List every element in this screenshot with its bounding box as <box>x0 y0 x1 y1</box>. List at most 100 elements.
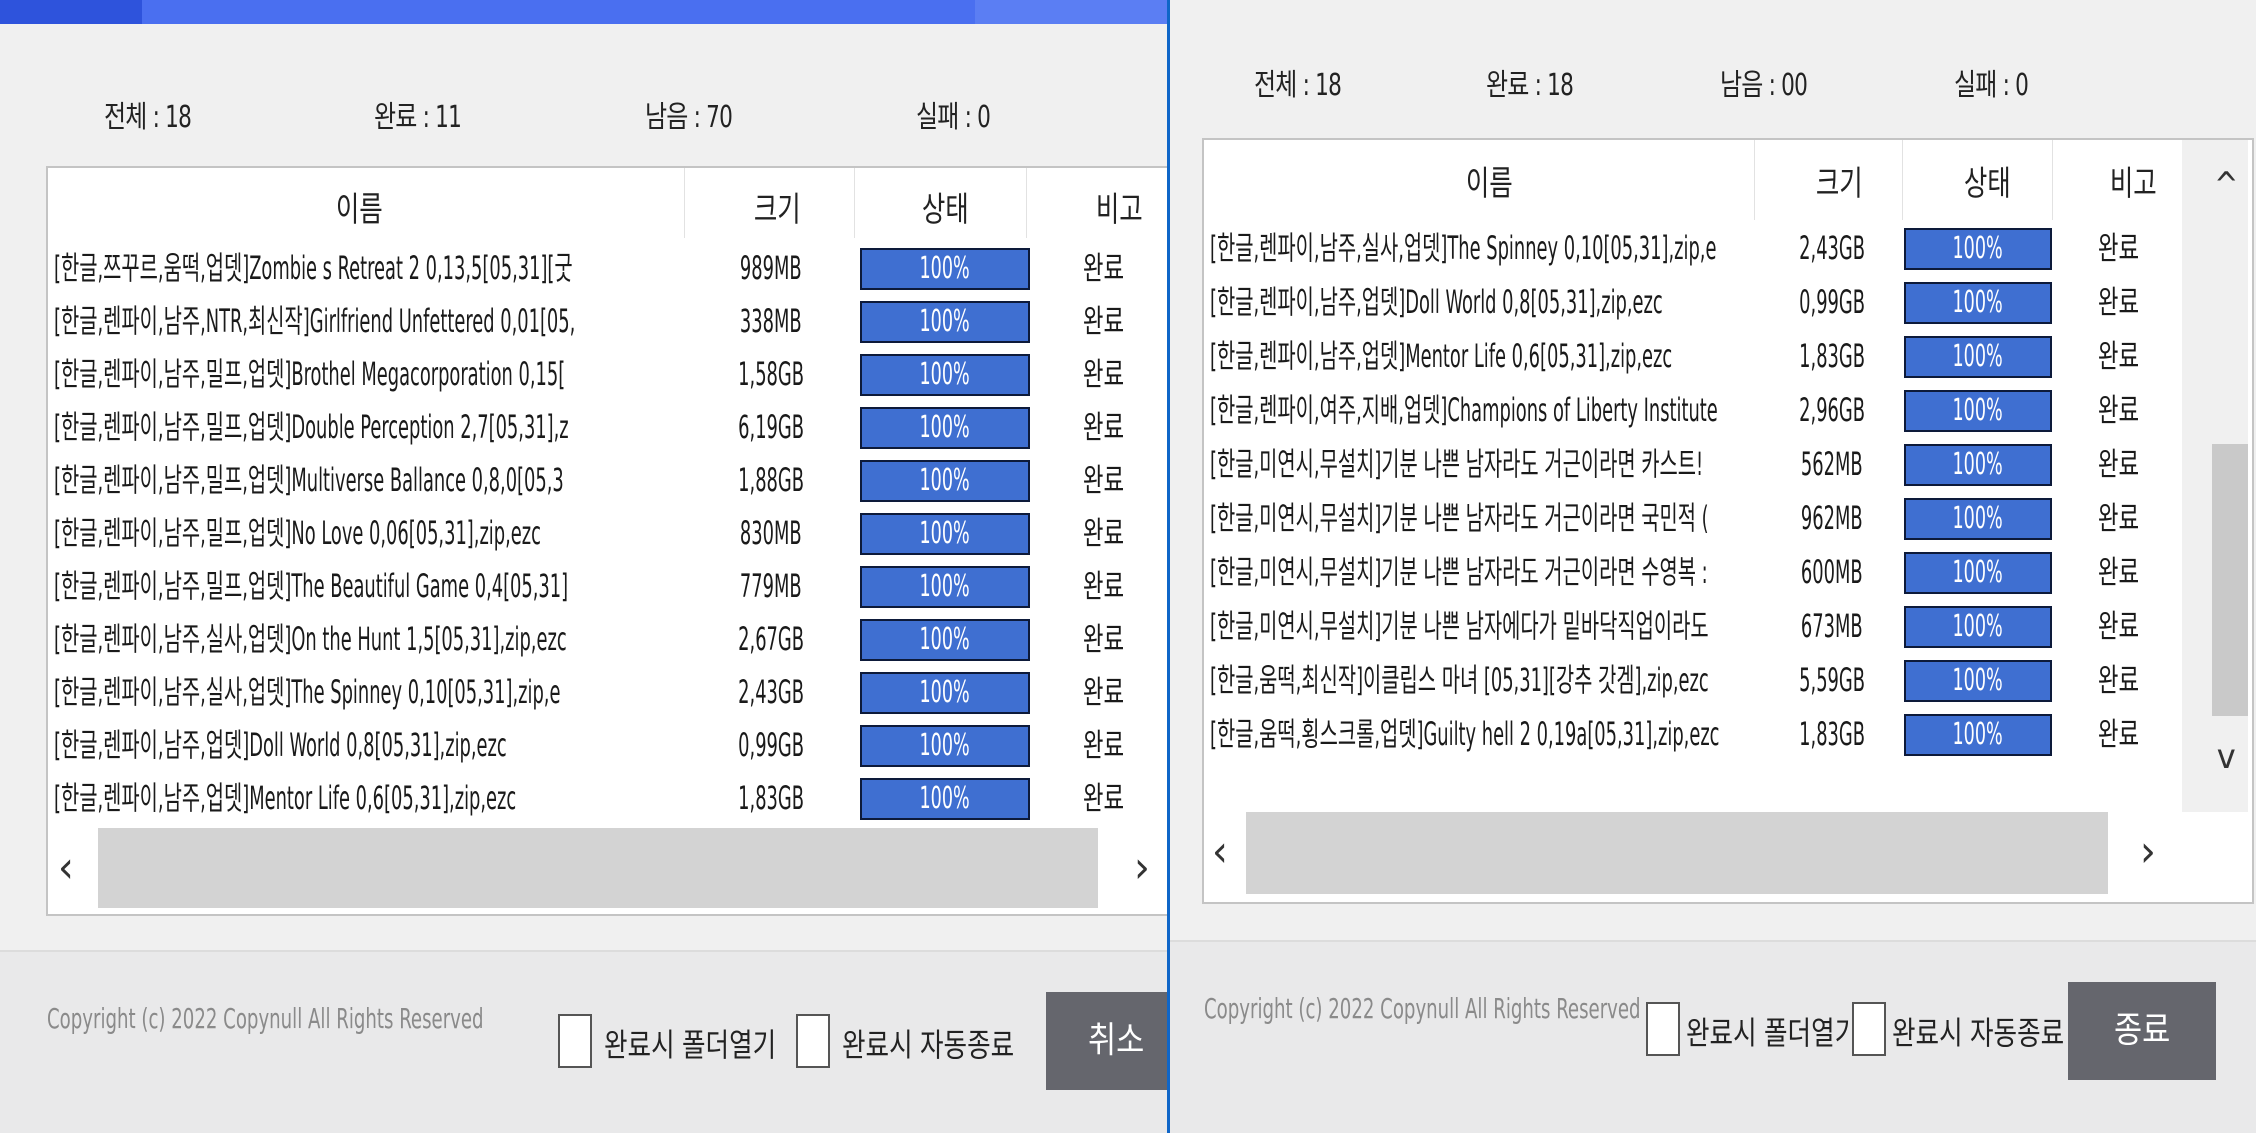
file-name: [한글,렌파이,남주,NTR,최신작]Girlfriend Unfettered… <box>54 302 576 340</box>
column-header-name[interactable]: 이름 <box>1466 156 1513 205</box>
title-bar[interactable] <box>0 0 1167 24</box>
status-note-cell: 완료 <box>2068 654 2168 707</box>
column-divider <box>854 168 855 238</box>
horizontal-scrollbar-track[interactable] <box>98 828 1098 908</box>
file-row[interactable]: [한글,렌파이,남주,NTR,최신작]Girlfriend Unfettered… <box>48 295 1167 348</box>
file-size: 0,99GB <box>738 726 804 764</box>
column-divider <box>1754 140 1755 220</box>
status-note: 완료 <box>2097 445 2139 483</box>
scroll-left-icon[interactable]: ‹ <box>1212 830 1228 874</box>
status-note-cell: 완료 <box>1048 507 1158 560</box>
status-note: 완료 <box>1082 461 1124 499</box>
file-size: 962MB <box>1801 499 1863 537</box>
file-list[interactable]: 이름 크기 상태 비고 [한글,쯔꾸르,움떡,업뎃]Zombie s Retre… <box>46 166 1167 916</box>
auto-close-label[interactable]: 완료시 자동종료 <box>1892 1008 2064 1054</box>
progress-label: 100% <box>1952 393 2004 428</box>
column-header-size[interactable]: 크기 <box>1816 156 1863 205</box>
status-note-cell: 완료 <box>2068 492 2168 545</box>
status-note-cell: 완료 <box>1048 295 1158 348</box>
status-note-cell: 완료 <box>1048 348 1158 401</box>
file-row[interactable]: [한글,렌파이,남주,밀프,업뎃]No Love 0,06[05,31],zip… <box>48 507 1167 560</box>
file-list[interactable]: 이름 크기 상태 비고 [한글,렌파이,남주,실사,업뎃]The Spinney… <box>1202 138 2254 904</box>
copyright-text: Copyright (c) 2022 Copynull All Rights R… <box>47 1002 484 1035</box>
scroll-right-icon[interactable]: › <box>2140 830 2156 874</box>
file-row[interactable]: [한글,렌파이,남주,밀프,업뎃]Multiverse Ballance 0,8… <box>48 454 1167 507</box>
file-row[interactable]: [한글,쯔꾸르,움떡,업뎃]Zombie s Retreat 2 0,13,5[… <box>48 242 1167 295</box>
status-note: 완료 <box>1082 673 1124 711</box>
open-folder-label[interactable]: 완료시 폴더열기 <box>1686 1008 1858 1054</box>
file-row[interactable]: [한글,렌파이,남주,밀프,업뎃]The Beautiful Game 0,4[… <box>48 560 1167 613</box>
scroll-right-icon[interactable]: › <box>1134 846 1150 890</box>
column-header-status[interactable]: 상태 <box>922 182 969 231</box>
progress-bar: 100% <box>1904 606 2052 648</box>
file-name-cell: [한글,렌파이,남주,실사,업뎃]The Spinney 0,10[05,31]… <box>54 666 682 719</box>
status-note: 완료 <box>2097 553 2139 591</box>
column-header-note[interactable]: 비고 <box>1096 182 1143 231</box>
file-size-cell: 989MB <box>696 242 846 295</box>
file-row[interactable]: [한글,렌파이,남주,밀프,업뎃]Double Perception 2,7[0… <box>48 401 1167 454</box>
auto-close-label[interactable]: 완료시 자동종료 <box>842 1020 1014 1066</box>
status-note-cell: 완료 <box>1048 666 1158 719</box>
status-note-cell: 완료 <box>1048 560 1158 613</box>
file-name-cell: [한글,움떡,최신작]이클립스 마녀 [05,31][강추 갓겜],zip,ez… <box>1210 654 1754 707</box>
scroll-left-icon[interactable]: ‹ <box>58 846 74 890</box>
file-size-cell: 2,43GB <box>696 666 846 719</box>
file-row[interactable]: [한글,렌파이,남주,실사,업뎃]On the Hunt 1,5[05,31],… <box>48 613 1167 666</box>
title-bar-segment <box>0 0 142 24</box>
progress-bar: 100% <box>860 672 1030 714</box>
scroll-down-icon[interactable]: v <box>2216 740 2236 774</box>
file-name-cell: [한글,미연시,무설치]기분 나쁜 남자라도 거근이라면 카스트! <box>1210 438 1754 491</box>
file-name: [한글,렌파이,남주,업뎃]Mentor Life 0,6[05,31],zip… <box>54 779 517 817</box>
file-row[interactable]: [한글,렌파이,남주,실사,업뎃]The Spinney 0,10[05,31]… <box>48 666 1167 719</box>
file-row[interactable]: [한글,미연시,무설치]기분 나쁜 남자라도 거근이라면 카스트! 562MB 10… <box>1204 438 2182 491</box>
column-header-size[interactable]: 크기 <box>754 182 801 231</box>
progress-bar: 100% <box>1904 660 2052 702</box>
file-name: [한글,미연시,무설치]기분 나쁜 남자라도 거근이라면 수영복 : <box>1210 553 1708 591</box>
file-row[interactable]: [한글,렌파이,남주,업뎃]Mentor Life 0,6[05,31],zip… <box>48 772 1167 825</box>
horizontal-scrollbar-track[interactable] <box>1246 812 2108 894</box>
open-folder-label[interactable]: 완료시 폴더열기 <box>604 1020 776 1066</box>
status-note-cell: 완료 <box>1048 772 1158 825</box>
file-name-cell: [한글,미연시,무설치]기분 나쁜 남자라도 거근이라면 국민적 ( <box>1210 492 1754 545</box>
file-row[interactable]: [한글,렌파이,여주,지배,업뎃]Champions of Liberty In… <box>1204 384 2182 437</box>
file-name-cell: [한글,렌파이,남주,밀프,업뎃]Multiverse Ballance 0,8… <box>54 454 682 507</box>
file-row[interactable]: [한글,미연시,무설치]기분 나쁜 남자라도 거근이라면 국민적 (962MB 1… <box>1204 492 2182 545</box>
open-folder-checkbox[interactable] <box>1646 1002 1680 1056</box>
scroll-up-icon[interactable]: ^ <box>2216 168 2236 202</box>
progress-bar: 100% <box>860 248 1030 290</box>
progress-bar: 100% <box>860 354 1030 396</box>
file-row[interactable]: [한글,렌파이,남주,실사,업뎃]The Spinney 0,10[05,31]… <box>1204 222 2182 275</box>
column-header-note[interactable]: 비고 <box>2110 156 2157 205</box>
file-row[interactable]: [한글,렌파이,남주,업뎃]Mentor Life 0,6[05,31],zip… <box>1204 330 2182 383</box>
progress-bar: 100% <box>860 407 1030 449</box>
vertical-scrollbar-thumb[interactable] <box>2212 444 2248 716</box>
open-folder-checkbox[interactable] <box>558 1014 592 1068</box>
column-header-name[interactable]: 이름 <box>336 182 383 231</box>
cancel-button[interactable]: 취소 <box>1046 992 1167 1090</box>
file-name: [한글,렌파이,남주,밀프,업뎃]Brothel Megacorporation… <box>54 355 566 393</box>
status-note-cell: 완료 <box>2068 384 2168 437</box>
file-row[interactable]: [한글,렌파이,남주,업뎃]Doll World 0,8[05,31],zip,… <box>48 719 1167 772</box>
file-row[interactable]: [한글,렌파이,남주,밀프,업뎃]Brothel Megacorporation… <box>48 348 1167 401</box>
file-name: [한글,미연시,무설치]기분 나쁜 남자라도 거근이라면 카스트! <box>1210 445 1704 483</box>
stat-done: 완료 : 11 <box>374 100 462 135</box>
file-row[interactable]: [한글,렌파이,남주,업뎃]Doll World 0,8[05,31],zip,… <box>1204 276 2182 329</box>
close-button[interactable]: 종료 <box>2068 982 2216 1080</box>
status-note: 완료 <box>1082 567 1124 605</box>
download-window-left: 전체 : 18 완료 : 11 남음 : 70 실패 : 0 이름 크기 상태 … <box>0 0 1167 1133</box>
auto-close-checkbox[interactable] <box>796 1014 830 1068</box>
progress-bar: 100% <box>860 301 1030 343</box>
auto-close-checkbox[interactable] <box>1852 1002 1886 1056</box>
file-name: [한글,렌파이,남주,밀프,업뎃]No Love 0,06[05,31],zip… <box>54 514 541 552</box>
file-row[interactable]: [한글,움떡,최신작]이클립스 마녀 [05,31][강추 갓겜],zip,ez… <box>1204 654 2182 707</box>
download-window-right: 전체 : 18 완료 : 18 남음 : 00 실패 : 0 이름 크기 상태 … <box>1170 0 2256 1133</box>
file-row[interactable]: [한글,움떡,횡스크롤,업뎃]Guilty hell 2 0,19a[05,31… <box>1204 708 2182 761</box>
status-note: 완료 <box>2097 715 2139 753</box>
file-row[interactable]: [한글,미연시,무설치]기분 나쁜 남자라도 거근이라면 수영복 : 600MB 1… <box>1204 546 2182 599</box>
file-row[interactable]: [한글,미연시,무설치]기분 나쁜 남자에다가 밑바닥직업이라도 673MB 100… <box>1204 600 2182 653</box>
file-size-cell: 2,43GB <box>1762 222 1902 275</box>
progress-label: 100% <box>1952 285 2004 320</box>
file-size-cell: 962MB <box>1762 492 1902 545</box>
column-header-status[interactable]: 상태 <box>1964 156 2011 205</box>
file-name: [한글,렌파이,남주,밀프,업뎃]Multiverse Ballance 0,8… <box>54 461 564 499</box>
